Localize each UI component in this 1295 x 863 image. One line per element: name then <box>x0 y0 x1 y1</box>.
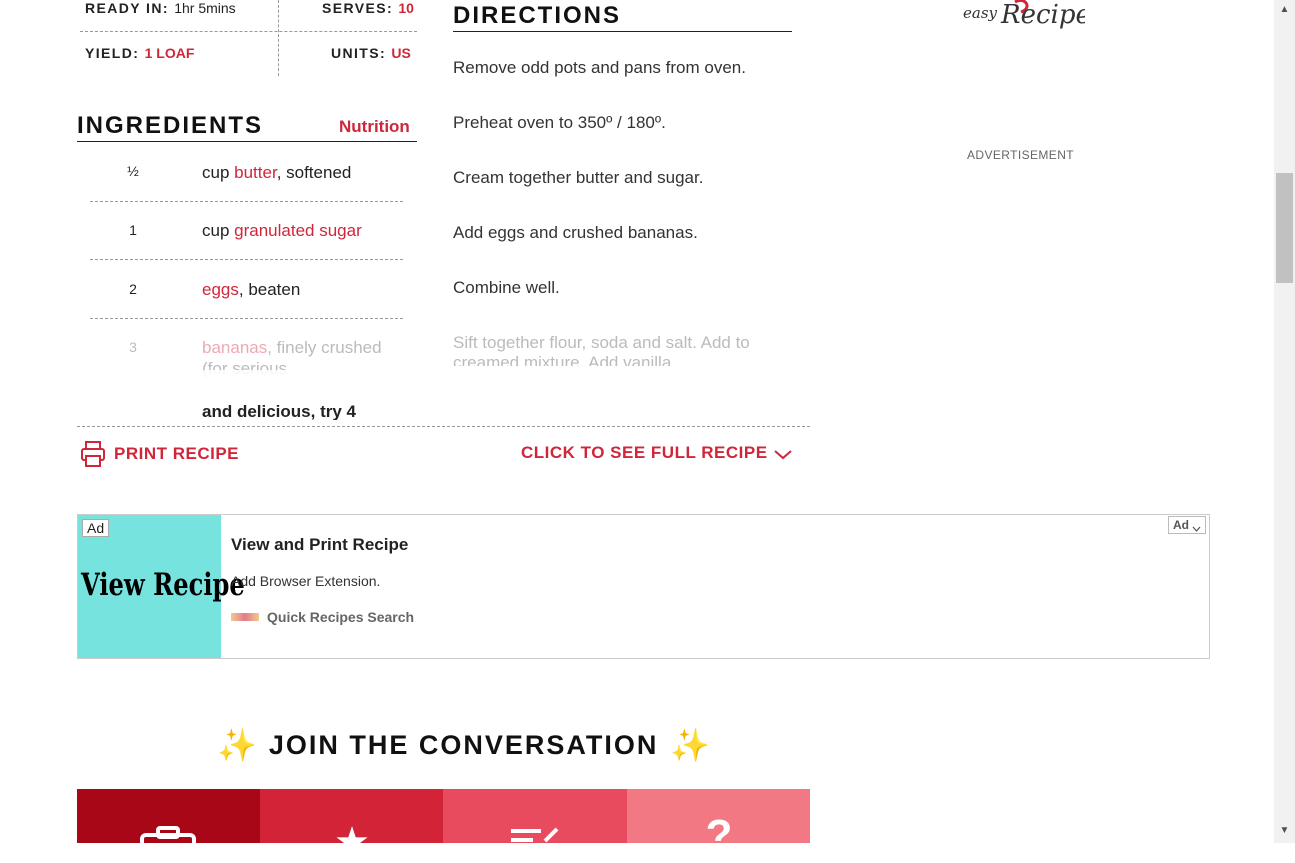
ingredient-item: cup granulated sugar <box>202 220 402 241</box>
logo-text-easy: easy <box>963 4 997 22</box>
sparkle-icon: ✨ <box>670 727 711 763</box>
ingredient-unit: cup <box>202 163 235 182</box>
ingredients-fade-mask <box>85 370 415 400</box>
brand-logo[interactable]: easy Recipes <box>955 0 1085 40</box>
sparkle-icon: ✨ <box>217 727 257 763</box>
full-recipe-button[interactable]: CLICK TO SEE FULL RECIPE <box>521 443 792 463</box>
yield: YIELD: 1 loaf <box>85 45 194 61</box>
ingredient-divider <box>90 259 403 260</box>
directions-title: DIRECTIONS <box>453 2 622 29</box>
printer-icon <box>80 440 106 468</box>
ready-in-label: READY IN: <box>85 0 169 16</box>
ingredient-qty: 2 <box>129 281 137 297</box>
ingredient-link[interactable]: granulated sugar <box>234 221 362 240</box>
ad-badge: Ad <box>82 519 110 537</box>
ingredient-item: eggs, beaten <box>202 279 402 300</box>
ad-choices-button[interactable]: Ad <box>1168 516 1206 534</box>
direction-step: Add eggs and crushed bananas. <box>453 223 698 242</box>
units-label: UNITS: <box>331 45 387 61</box>
serves: SERVES: 10 <box>322 0 414 16</box>
ingredient-divider <box>90 318 403 319</box>
full-recipe-label: CLICK TO SEE FULL RECIPE <box>521 443 768 462</box>
page-scrollbar[interactable]: ▲ ▼ <box>1274 0 1295 843</box>
meta-divider <box>80 31 417 32</box>
ad-image[interactable]: Ad View Recipe <box>78 515 245 658</box>
review-icon <box>509 825 561 850</box>
ad-description: Add Browser Extension. <box>231 573 381 589</box>
recipe-bottom-divider <box>77 426 810 427</box>
scrollbar-thumb[interactable] <box>1276 173 1293 283</box>
chevron-down-icon <box>1192 522 1201 532</box>
camera-icon <box>140 825 196 863</box>
ingredient-qty: ½ <box>127 163 139 179</box>
ingredient-link[interactable]: eggs <box>202 280 239 299</box>
ingredient-clipped-text: and delicious, try 4 <box>202 402 356 420</box>
ad-source-logo-icon <box>231 613 259 621</box>
direction-step: Preheat oven to 350º / 180º. <box>453 113 666 132</box>
ingredient-link[interactable]: butter <box>234 163 277 182</box>
star-icon: ★ <box>335 821 369 862</box>
scroll-down-arrow-icon[interactable]: ▼ <box>1274 825 1295 836</box>
nutrition-link[interactable]: Nutrition <box>339 117 410 137</box>
yield-label: YIELD: <box>85 45 140 61</box>
ingredient-qty: 1 <box>129 222 137 238</box>
print-recipe-label: PRINT RECIPE <box>114 444 240 463</box>
ingredient-divider <box>90 201 403 202</box>
ad-image-text: View Recipe <box>81 567 245 603</box>
sponsored-ad[interactable]: Ad View Recipe View and Print Recipe Add… <box>77 514 1210 659</box>
ingredient-qty: 3 <box>129 339 137 355</box>
ingredients-title: INGREDIENTS <box>77 112 264 139</box>
ad-title[interactable]: View and Print Recipe <box>231 535 408 555</box>
ingredient-item: cup butter, softened <box>202 162 402 183</box>
directions-underline <box>453 31 792 32</box>
conversation-tile-review[interactable] <box>443 789 627 843</box>
conversation-tile-question[interactable]: ? <box>627 789 810 860</box>
meta-vertical-divider <box>278 0 279 76</box>
conversation-tile-photo[interactable] <box>77 789 260 863</box>
direction-step: Remove odd pots and pans from oven. <box>453 58 746 77</box>
direction-step: Combine well. <box>453 278 560 297</box>
yield-value[interactable]: 1 loaf <box>145 45 195 61</box>
ready-in-value: 1hr 5mins <box>174 0 236 16</box>
ingredients-underline <box>77 141 417 142</box>
ingredient-note: , softened <box>276 163 352 182</box>
conversation-header: ✨ JOIN THE CONVERSATION ✨ <box>217 726 710 764</box>
chevron-down-icon <box>773 447 792 460</box>
conversation-title: JOIN THE CONVERSATION <box>268 729 659 760</box>
print-recipe-button[interactable]: PRINT RECIPE <box>80 439 239 469</box>
direction-step: Cream together butter and sugar. <box>453 168 704 187</box>
ad-source[interactable]: Quick Recipes Search <box>231 609 414 625</box>
units: UNITS: US <box>331 45 411 61</box>
conversation-tile-rate[interactable]: ★ <box>260 789 443 862</box>
serves-label: SERVES: <box>322 0 394 16</box>
ad-choices-label: Ad <box>1173 518 1189 532</box>
serves-value[interactable]: 10 <box>398 0 414 16</box>
logo-text-recipes: Recipes <box>1001 0 1085 30</box>
question-icon: ? <box>705 811 733 860</box>
ingredient-note: , beaten <box>238 280 301 299</box>
units-value[interactable]: US <box>391 45 410 61</box>
directions-fade-mask <box>445 366 805 378</box>
scroll-up-arrow-icon[interactable]: ▲ <box>1274 4 1295 15</box>
ready-in: READY IN: 1hr 5mins <box>85 0 236 16</box>
ingredient-clipped-row: and delicious, try 4 <box>202 400 422 420</box>
ingredient-unit: cup <box>202 221 235 240</box>
advertisement-label: ADVERTISEMENT <box>967 148 1074 162</box>
ingredient-link[interactable]: bananas <box>202 338 267 357</box>
ad-source-name: Quick Recipes Search <box>267 609 415 625</box>
